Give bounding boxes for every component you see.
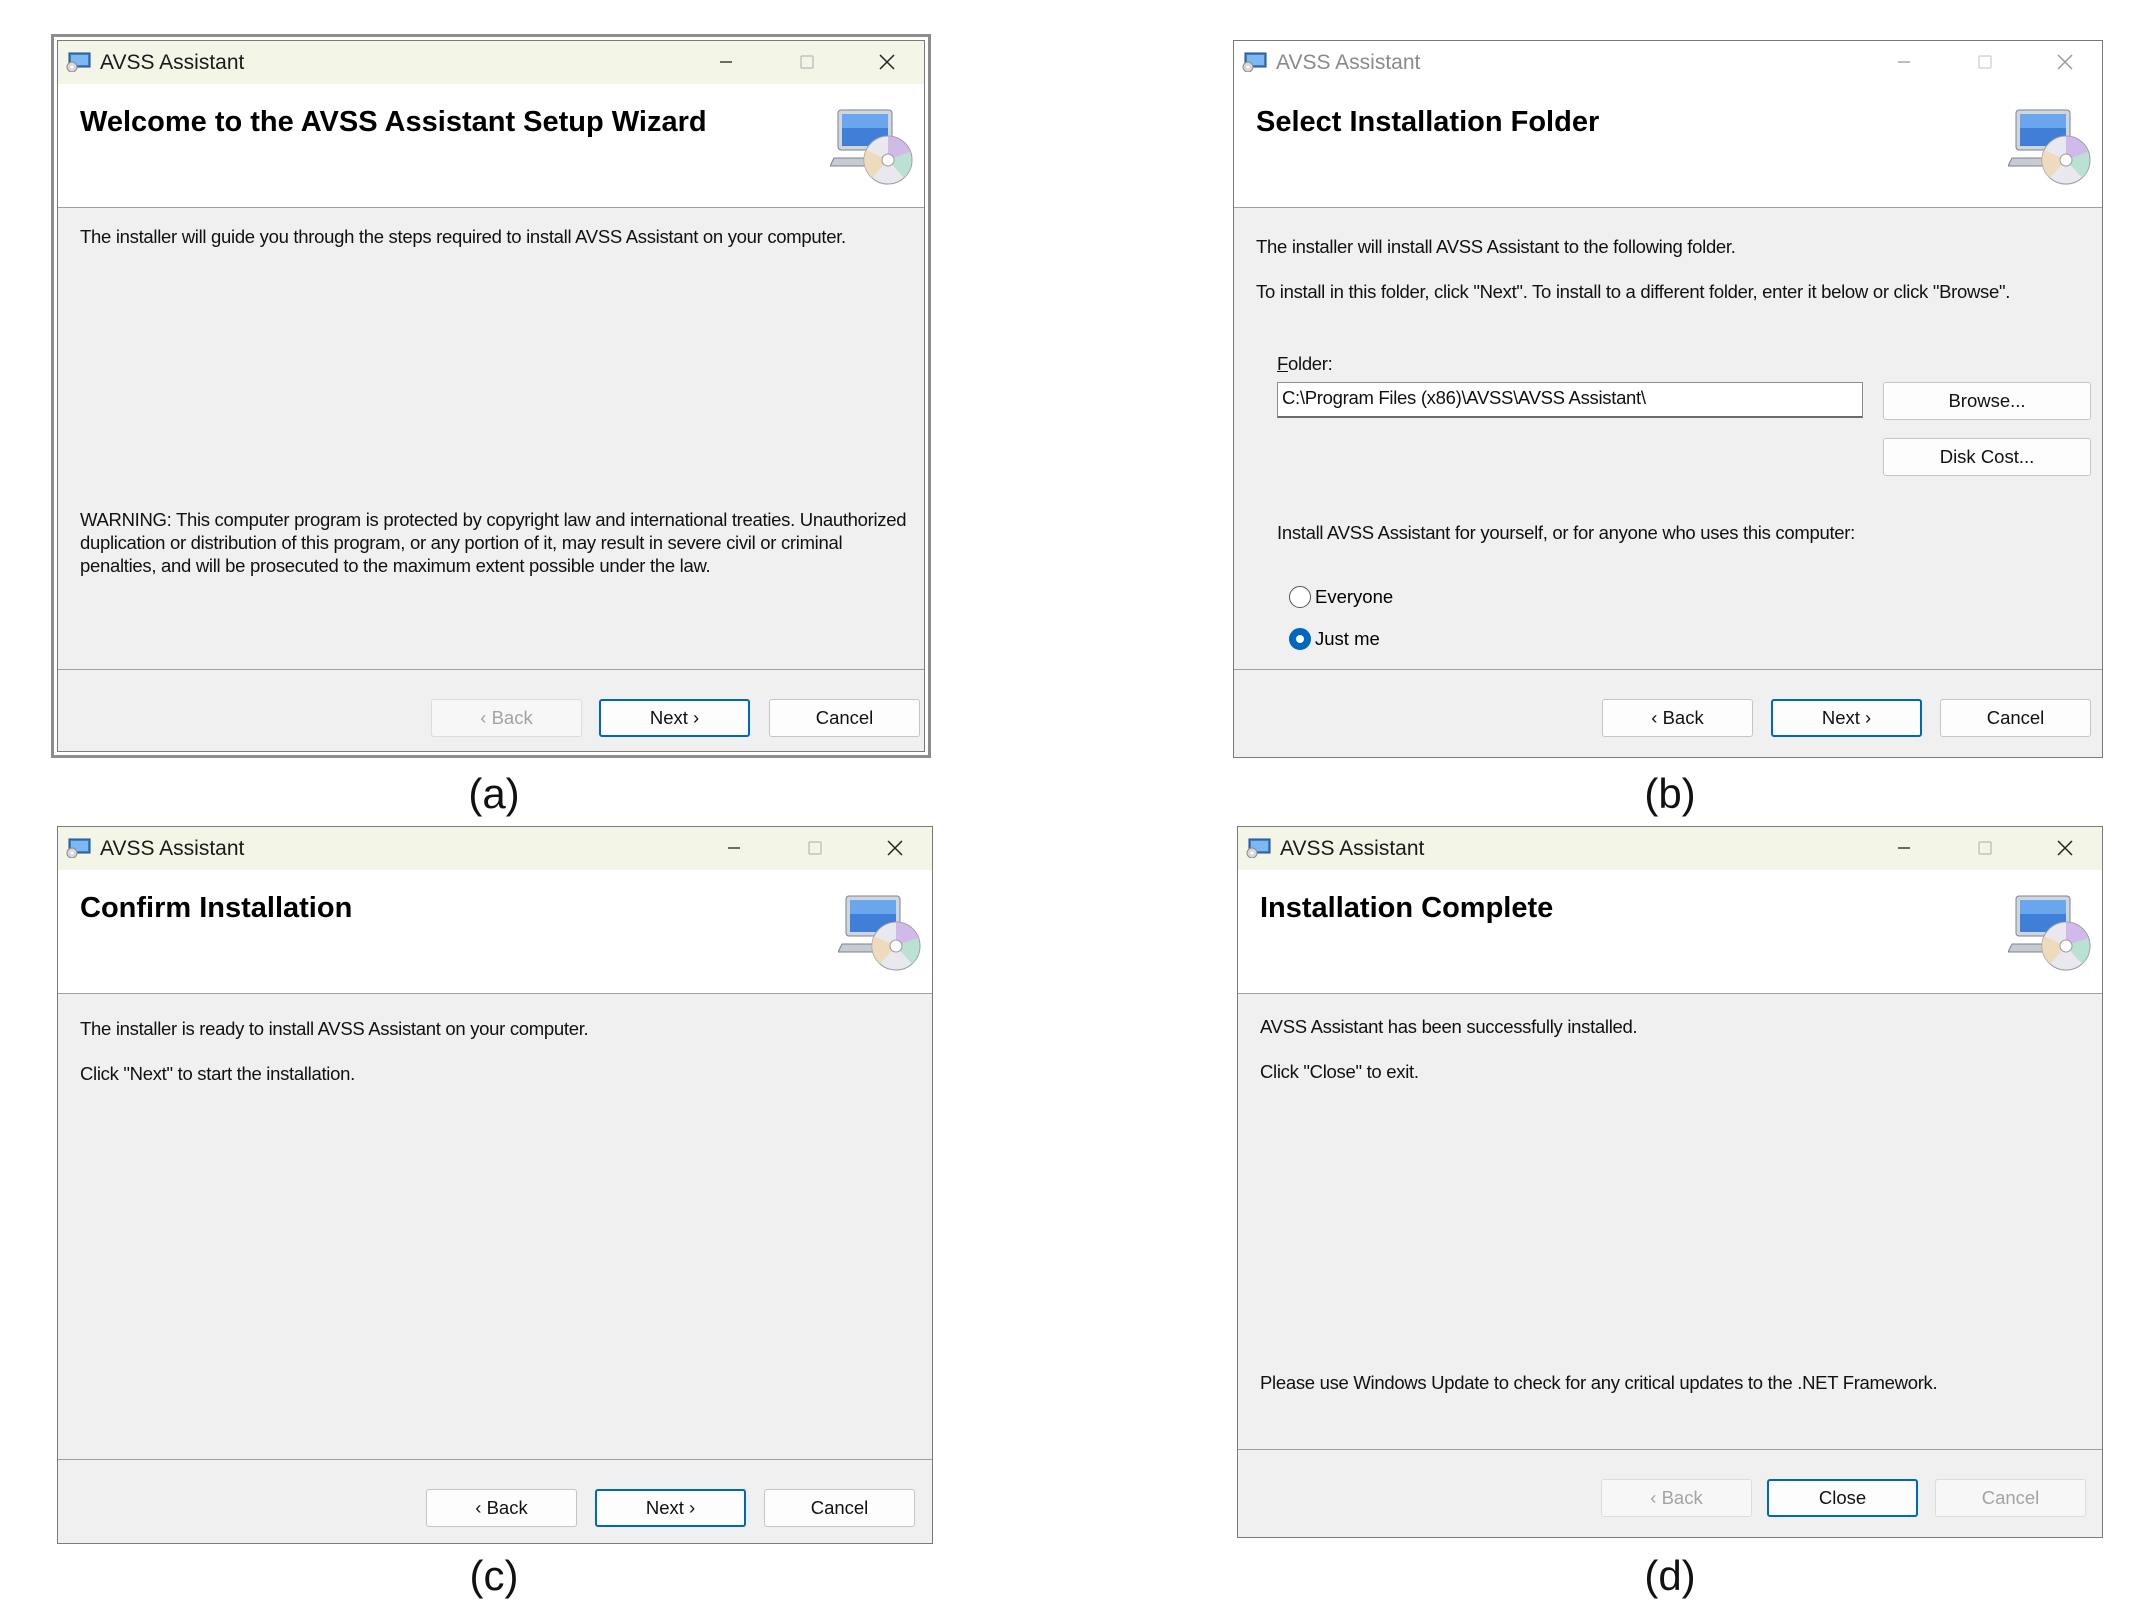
maximize-button [787,47,827,77]
footer-divider [1234,669,2102,670]
next-button[interactable]: Next › [1771,699,1922,737]
folder-label: Folder: [1277,353,1333,374]
next-button[interactable]: Next › [595,1489,746,1527]
minimize-button[interactable] [706,47,746,77]
header-banner: Welcome to the AVSS Assistant Setup Wiza… [58,84,924,208]
installer-app-icon [66,52,91,72]
maximize-icon [1978,841,1992,855]
disk-cost-button[interactable]: Disk Cost... [1883,438,2091,476]
banner-title: Welcome to the AVSS Assistant Setup Wiza… [80,106,707,138]
browse-button[interactable]: Browse... [1883,382,2091,420]
radio-everyone[interactable]: Everyone [1289,586,1393,608]
cancel-button: Cancel [1935,1479,2086,1517]
computer-with-cd-icon [838,895,921,971]
install-for-label: Install AVSS Assistant for yourself, or … [1277,522,1855,543]
minimize-button[interactable] [1884,47,1924,77]
cancel-button[interactable]: Cancel [1940,699,2091,737]
install-folder-text: The installer will install AVSS Assistan… [1256,236,1736,257]
window-title: AVSS Assistant [1280,837,1425,860]
minimize-icon [1898,847,1910,849]
success-text: AVSS Assistant has been successfully ins… [1260,1016,1638,1037]
next-button[interactable]: Next › [599,699,750,737]
intro-text: The installer will guide you through the… [80,226,846,247]
start-text: Click "Next" to start the installation. [80,1063,355,1084]
radio-label-just-me: Just me [1315,628,1380,649]
installer-window: AVSS Assistant Confirm Installation The … [57,826,933,1544]
radio-label-everyone: Everyone [1315,586,1394,607]
warning-text: WARNING: This computer program is protec… [80,509,907,576]
instructions-text: To install in this folder, click "Next".… [1256,281,2011,302]
computer-with-cd-icon [2008,895,2091,971]
back-button: ‹ Back [431,699,582,737]
header-banner: Installation Complete [1238,870,2102,994]
minimize-button[interactable] [1884,833,1924,863]
close-icon [879,54,895,70]
folder-input[interactable]: C:\Program Files (x86)\AVSS\AVSS Assista… [1277,382,1863,418]
back-button: ‹ Back [1601,1479,1752,1517]
maximize-button [795,833,835,863]
computer-with-cd-icon [830,109,913,185]
title-bar[interactable]: AVSS Assistant [58,827,932,870]
window-title: AVSS Assistant [100,837,245,860]
caption-b: (b) [1644,770,1696,817]
ready-text: The installer is ready to install AVSS A… [80,1018,589,1039]
minimize-button[interactable] [714,833,754,863]
minimize-icon [720,61,732,63]
banner-title: Select Installation Folder [1256,106,1600,138]
footer-divider [58,669,924,670]
title-bar[interactable]: AVSS Assistant [1238,827,2102,870]
close-button[interactable] [2045,833,2085,863]
caption-d: (d) [1644,1552,1696,1599]
maximize-button [1965,47,2005,77]
back-button[interactable]: ‹ Back [1602,699,1753,737]
caption-a: (a) [468,770,520,817]
close-button[interactable] [867,47,907,77]
installer-window: AVSS Assistant Select Installation Folde… [1233,40,2103,758]
title-bar[interactable]: AVSS Assistant [1234,41,2102,84]
header-banner: Confirm Installation [58,870,932,994]
maximize-icon [1978,55,1992,69]
close-button[interactable] [875,833,915,863]
window-title: AVSS Assistant [100,51,245,74]
header-banner: Select Installation Folder [1234,84,2102,208]
radio-button[interactable] [1289,586,1311,608]
installer-app-icon [66,838,91,858]
close-installer-button[interactable]: Close [1767,1479,1918,1517]
radio-button-selected[interactable] [1289,628,1311,650]
back-button[interactable]: ‹ Back [426,1489,577,1527]
title-bar[interactable]: AVSS Assistant [58,41,924,84]
cancel-button[interactable]: Cancel [764,1489,915,1527]
minimize-icon [1898,61,1910,63]
installer-window: AVSS Assistant Installation Complete AVS… [1237,826,2103,1538]
computer-with-cd-icon [2008,109,2091,185]
footer-divider [58,1459,932,1460]
close-icon [2057,54,2073,70]
windows-update-text: Please use Windows Update to check for a… [1260,1372,1938,1393]
close-icon [2057,840,2073,856]
minimize-icon [728,847,740,849]
caption-c: (c) [469,1552,519,1599]
banner-title: Installation Complete [1260,892,1554,924]
footer-divider [1238,1449,2102,1450]
close-button[interactable] [2045,47,2085,77]
maximize-icon [800,55,814,69]
banner-title: Confirm Installation [80,892,353,924]
installer-window: AVSS Assistant Welcome to the AVSS Assis… [51,34,931,758]
exit-text: Click "Close" to exit. [1260,1061,1419,1082]
window-title: AVSS Assistant [1276,51,1421,74]
cancel-button[interactable]: Cancel [769,699,920,737]
radio-just-me[interactable]: Just me [1289,628,1380,650]
installer-app-icon [1246,838,1271,858]
close-icon [887,840,903,856]
installer-app-icon [1242,52,1267,72]
maximize-button [1965,833,2005,863]
maximize-icon [808,841,822,855]
